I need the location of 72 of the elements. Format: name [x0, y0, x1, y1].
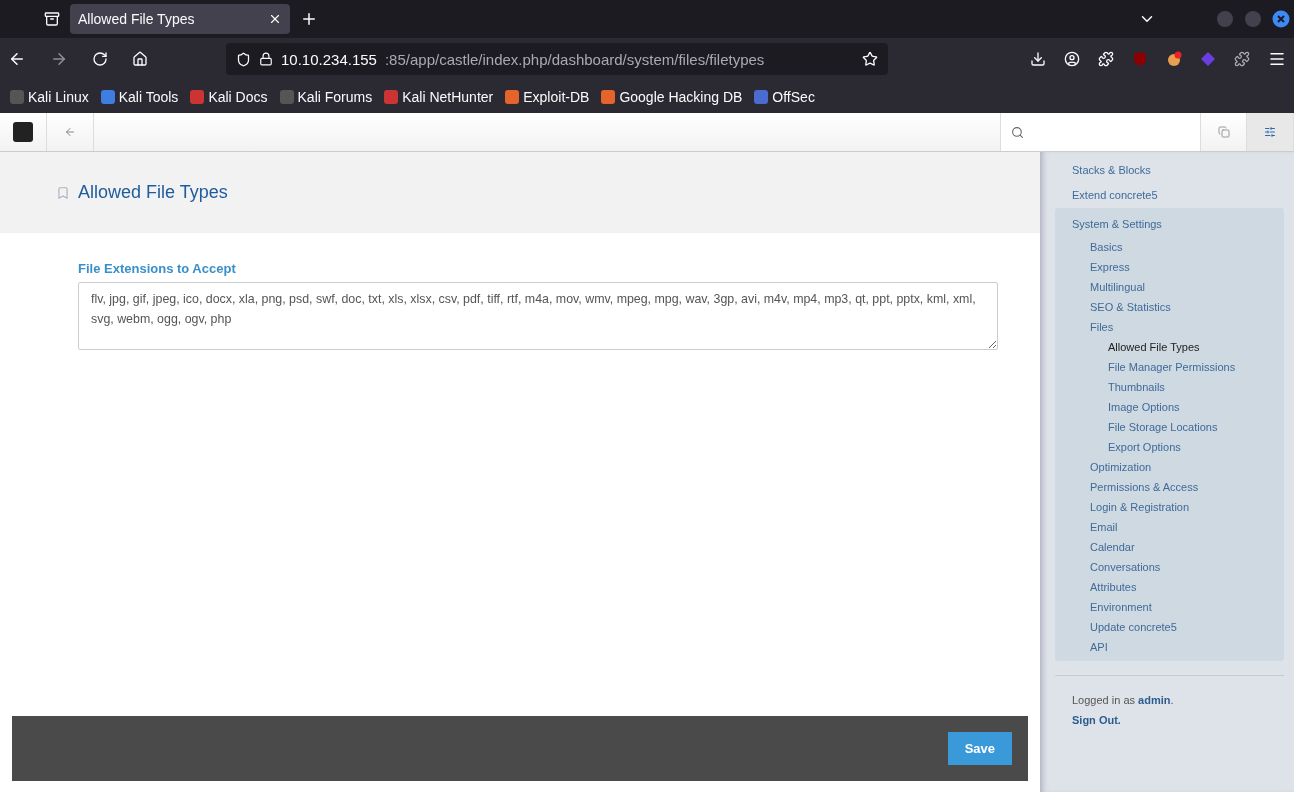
bookmark-favicon-icon — [10, 89, 24, 104]
sidebar-item[interactable]: File Manager Permissions — [1055, 357, 1284, 377]
search-icon — [1011, 125, 1024, 139]
sidebar-item[interactable]: Extend concrete5 — [1055, 183, 1284, 208]
shield-icon — [236, 51, 251, 67]
sidebar-item[interactable]: Multilingual — [1055, 277, 1284, 297]
sidebar-item[interactable]: Email — [1055, 517, 1284, 537]
bookmark-link[interactable]: Kali NetHunter — [384, 88, 494, 105]
bookmark-favicon-icon — [384, 89, 399, 104]
puzzle-icon[interactable] — [1098, 51, 1114, 67]
address-bar[interactable]: 10.10.234.155 :85/app/castle/index.php/dashboard/system/files/filetypes — [226, 43, 888, 75]
star-icon[interactable] — [862, 51, 878, 67]
extensions-field[interactable]: flv, jpg, gif, jpeg, ico, docx, xla, png, psd, swf, doc, txt, xls, xlsx, csv, pdf, tiff, rtf, m4a, mov, wmv, mpeg, mpg, wav, 3gp, avi, m4v, mp4, mp3, qt, ppt, pptx, kml, xml, svg, webm, ogg, ogv, php — [78, 282, 998, 350]
sidebar-item[interactable]: Optimization — [1055, 457, 1284, 477]
sidebar-item[interactable]: Permissions & Access — [1055, 477, 1284, 497]
sidebar-item[interactable]: System & Settings — [1055, 212, 1284, 237]
sidebar-item[interactable]: Basics — [1055, 237, 1284, 257]
sliders-icon — [1264, 126, 1276, 138]
sidebar-item[interactable]: Export Options — [1055, 437, 1284, 457]
browser-tab[interactable]: Allowed File Types — [70, 4, 290, 34]
bookmark-favicon-icon — [505, 89, 520, 104]
bookmark-favicon-icon — [601, 89, 616, 104]
save-button[interactable]: Save — [947, 732, 1012, 765]
back-icon — [64, 126, 76, 138]
close-icon[interactable] — [1272, 10, 1290, 28]
account-icon[interactable] — [1064, 51, 1080, 67]
bookmark-favicon-icon — [100, 89, 115, 104]
bookmark-link[interactable]: Kali Docs — [190, 88, 268, 105]
extension-icon[interactable] — [1166, 51, 1182, 67]
archive-icon[interactable] — [44, 11, 60, 27]
bookmark-link[interactable]: Google Hacking DB — [601, 88, 743, 105]
sidebar-item[interactable]: Image Options — [1055, 397, 1284, 417]
sidebar-item[interactable]: Stacks & Blocks — [1055, 158, 1284, 183]
menu-icon[interactable] — [1268, 50, 1286, 68]
sidebar-item[interactable]: API — [1055, 637, 1284, 657]
page-title: Allowed File Types — [78, 182, 228, 203]
search-field[interactable] — [1000, 113, 1200, 151]
sidebar-item[interactable]: Environment — [1055, 597, 1284, 617]
sidebar-item[interactable]: Express — [1055, 257, 1284, 277]
bookmark-link[interactable]: Exploit-DB — [505, 88, 590, 105]
sidebar-item[interactable]: File Storage Locations — [1055, 417, 1284, 437]
back-icon[interactable] — [8, 50, 26, 68]
download-icon[interactable] — [1030, 51, 1046, 67]
plus-icon[interactable] — [300, 10, 318, 28]
home-icon[interactable] — [132, 51, 148, 67]
login-text: Logged in as admin. — [1071, 694, 1175, 706]
extension-icon[interactable] — [1234, 51, 1250, 67]
url-path: :85/app/castle/index.php/dashboard/system/files/filetypes — [384, 50, 766, 68]
close-icon[interactable] — [268, 12, 282, 26]
bookmark-link[interactable]: Kali Tools — [100, 88, 179, 105]
reload-icon[interactable] — [92, 51, 108, 67]
sidebar-item[interactable]: Login & Registration — [1055, 497, 1284, 517]
field-label: File Extensions to Accept — [78, 261, 237, 276]
sign-out-link[interactable]: Sign Out. — [1055, 714, 1284, 726]
sidebar-item[interactable]: Thumbnails — [1055, 377, 1284, 397]
sidebar-item[interactable]: SEO & Statistics — [1055, 297, 1284, 317]
bookmark-favicon-icon — [190, 89, 205, 104]
sidebar-item[interactable]: Files — [1055, 317, 1284, 337]
lock-icon — [259, 52, 273, 66]
bookmark-favicon-icon — [279, 89, 294, 104]
bookmark-favicon-icon — [754, 89, 769, 104]
url-host: 10.10.234.155 — [281, 50, 377, 68]
sidebar-item[interactable]: Attributes — [1055, 577, 1284, 597]
bookmark-link[interactable]: Kali Linux — [10, 88, 89, 105]
sidebar-item[interactable]: Conversations — [1055, 557, 1284, 577]
sidebar-item[interactable]: Update concrete5 — [1055, 617, 1284, 637]
sidebar-item[interactable]: Allowed File Types — [1055, 337, 1284, 357]
bookmark-link[interactable]: OffSec — [754, 88, 815, 105]
copy-icon — [1217, 126, 1230, 138]
bookmark-link[interactable]: Kali Forums — [279, 88, 373, 105]
forward-icon[interactable] — [50, 50, 68, 68]
sidebar-item[interactable]: Calendar — [1055, 537, 1284, 557]
